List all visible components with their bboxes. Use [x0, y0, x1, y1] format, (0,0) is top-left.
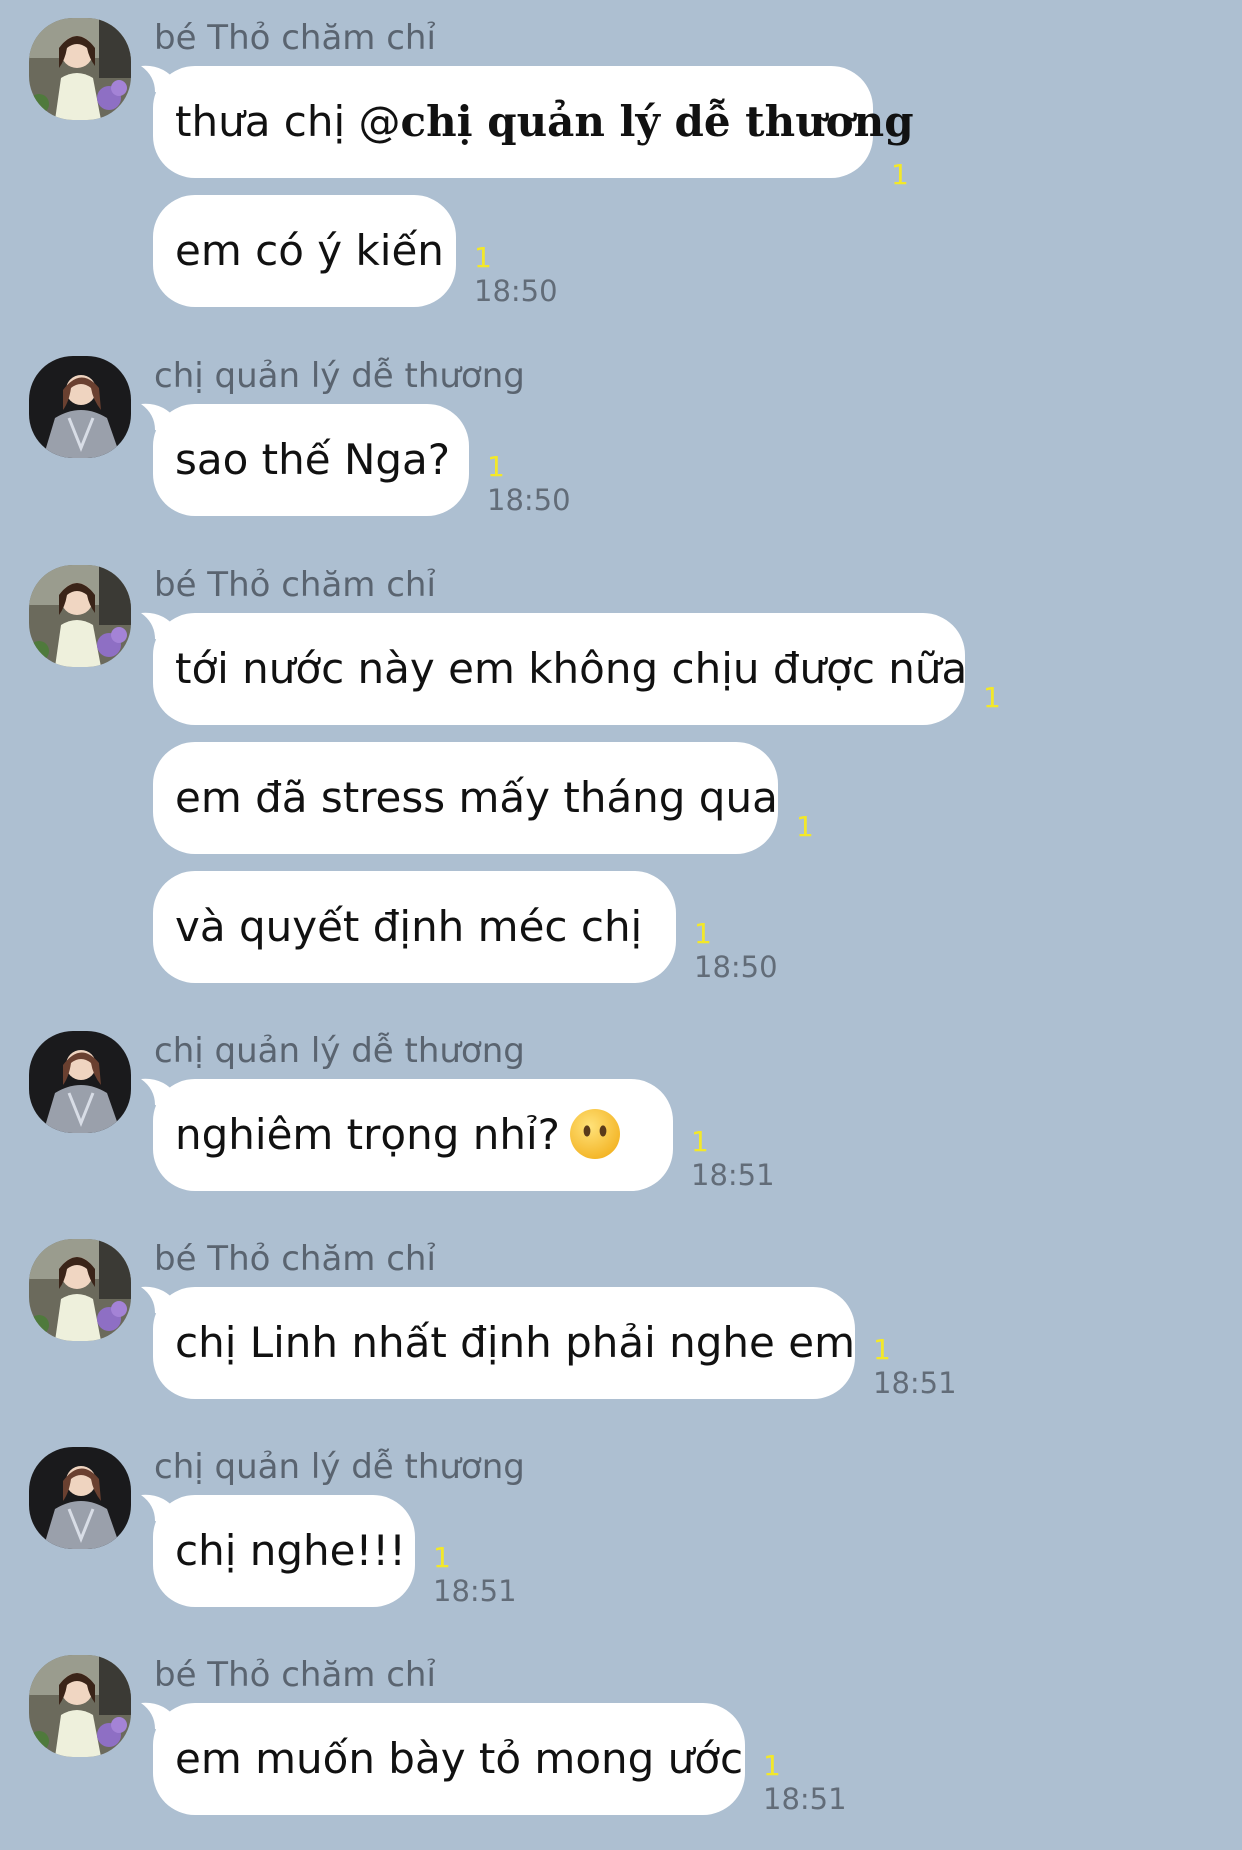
sender-name[interactable]: bé Thỏ chăm chỉ: [154, 18, 436, 58]
message-text: tới nước này em không chịu được nữa: [175, 644, 968, 693]
message-text: chị Linh nhất định phải nghe em: [175, 1318, 855, 1367]
chat-thread[interactable]: bé Thỏ chăm chỉ thưa chị @chị quản lý dễ…: [0, 0, 1242, 1850]
unread-count: 1: [873, 1333, 891, 1366]
unread-count: 1: [433, 1541, 451, 1574]
sender-name[interactable]: chị quản lý dễ thương: [154, 356, 525, 396]
avatar-manager[interactable]: [29, 356, 131, 458]
message-text: sao thế Nga?: [175, 435, 451, 484]
bubble-tail: [141, 403, 181, 436]
message-text: chị nghe!!!: [175, 1526, 406, 1575]
avatar-tho[interactable]: [29, 1655, 131, 1757]
message-bubble[interactable]: và quyết định méc chị: [153, 871, 676, 983]
sender-name[interactable]: bé Thỏ chăm chỉ: [154, 1239, 436, 1279]
timestamp: 18:51: [763, 1782, 847, 1816]
avatar-tho[interactable]: [29, 18, 131, 120]
unread-count: 1: [983, 681, 1001, 714]
message-bubble[interactable]: chị nghe!!!: [141, 1494, 415, 1607]
message-bubble[interactable]: em muốn bày tỏ mong ước: [141, 1702, 745, 1815]
unread-count: 1: [691, 1125, 709, 1158]
avatar-tho[interactable]: [29, 565, 131, 667]
bubble-tail: [141, 65, 181, 98]
timestamp: 18:50: [487, 483, 571, 517]
message-bubble[interactable]: sao thế Nga?: [141, 403, 469, 516]
bubble-tail: [141, 1494, 181, 1527]
message-text: và quyết định méc chị: [175, 902, 643, 951]
unread-count: 1: [796, 810, 814, 843]
message-text-prefix: thưa chị @: [175, 97, 401, 146]
neutral-face-icon: [569, 1109, 620, 1159]
timestamp: 18:51: [433, 1574, 517, 1608]
sender-name[interactable]: chị quản lý dễ thương: [154, 1447, 525, 1487]
avatar-manager[interactable]: [29, 1447, 131, 1549]
bubble-tail: [141, 1286, 181, 1319]
sender-name[interactable]: bé Thỏ chăm chỉ: [154, 1655, 436, 1695]
avatar-tho[interactable]: [29, 1239, 131, 1341]
message-bubble[interactable]: em đã stress mấy tháng qua: [153, 742, 778, 854]
mention-tag[interactable]: chị quản lý dễ thương: [401, 97, 914, 146]
message-text: em có ý kiến: [175, 226, 444, 275]
message-text: em đã stress mấy tháng qua: [175, 773, 778, 822]
unread-count: 1: [474, 241, 492, 274]
avatar-manager[interactable]: [29, 1031, 131, 1133]
message-text: nghiêm trọng nhỉ?: [175, 1110, 560, 1159]
bubble-tail: [141, 1702, 181, 1735]
timestamp: 18:51: [873, 1366, 957, 1400]
message-bubble[interactable]: thưa chị @chị quản lý dễ thương: [141, 65, 914, 178]
sender-name[interactable]: chị quản lý dễ thương: [154, 1031, 525, 1071]
bubble-tail: [141, 612, 181, 645]
unread-count: 1: [487, 450, 505, 483]
timestamp: 18:50: [474, 274, 558, 308]
message-bubble[interactable]: tới nước này em không chịu được nữa: [141, 612, 968, 725]
timestamp: 18:51: [691, 1158, 775, 1192]
unread-count: 1: [891, 158, 909, 191]
message-bubble[interactable]: nghiêm trọng nhỉ?: [141, 1078, 673, 1191]
sender-name[interactable]: bé Thỏ chăm chỉ: [154, 565, 436, 605]
message-bubble[interactable]: em có ý kiến: [153, 195, 456, 307]
unread-count: 1: [694, 917, 712, 950]
timestamp: 18:50: [694, 950, 778, 984]
message-bubble[interactable]: chị Linh nhất định phải nghe em: [141, 1286, 855, 1399]
bubble-tail: [141, 1078, 181, 1111]
message-text: em muốn bày tỏ mong ước: [175, 1734, 744, 1783]
message-text: thưa chị @chị quản lý dễ thương: [175, 97, 914, 146]
unread-count: 1: [763, 1749, 781, 1782]
